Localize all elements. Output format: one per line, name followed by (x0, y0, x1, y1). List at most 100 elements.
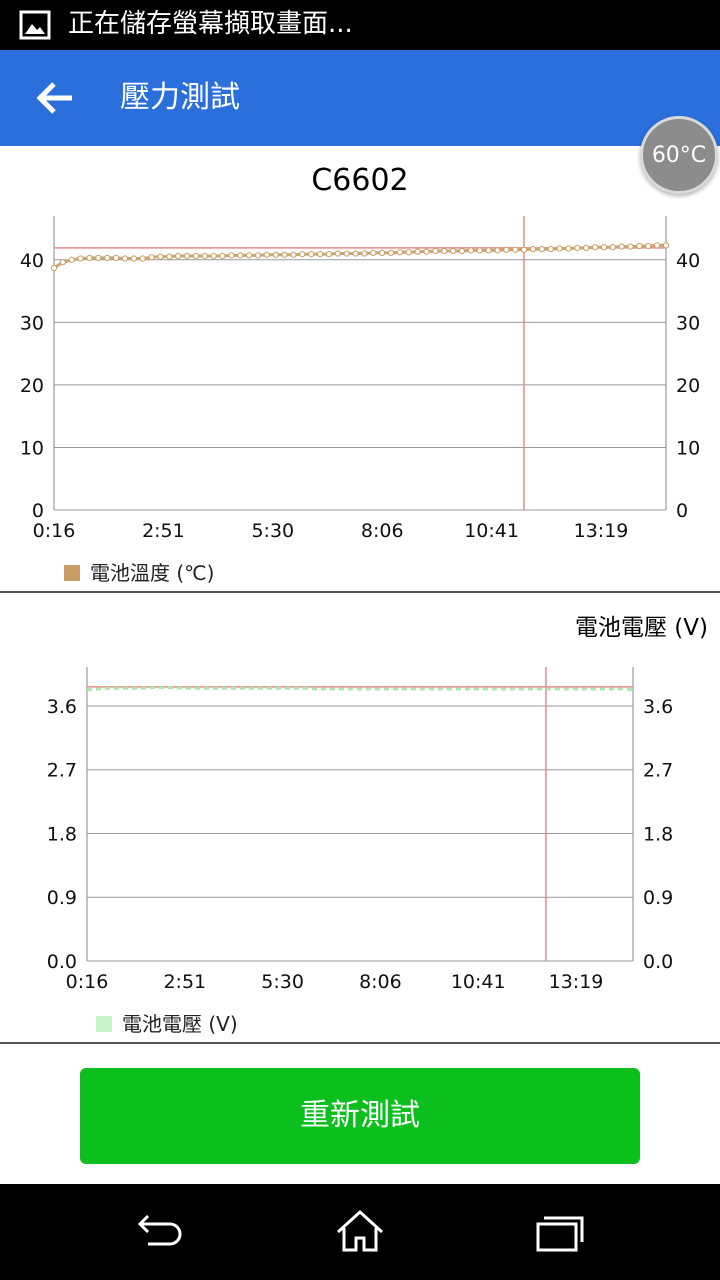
x-tick-label: 0:16 (33, 520, 76, 540)
retest-button[interactable]: 重新測試 (80, 1068, 640, 1164)
data-point (254, 252, 262, 259)
data-point (316, 251, 324, 258)
device-name: C6602 (311, 163, 409, 198)
x-tick-label: 10:41 (464, 520, 519, 540)
home-icon[interactable] (334, 1208, 386, 1256)
data-point (405, 249, 412, 256)
data-point (175, 252, 182, 260)
data-point (662, 242, 670, 249)
status-bar: 正在儲存螢幕擷取畫面... (0, 0, 720, 50)
y-tick-label-left: 3.6 (47, 696, 77, 718)
data-point (423, 248, 430, 255)
data-point (565, 245, 572, 252)
data-point (237, 252, 244, 259)
x-tick-label: 2:51 (142, 520, 185, 540)
data-point (139, 255, 146, 262)
data-point (130, 255, 137, 262)
y-tick-label-left: 10 (20, 437, 44, 459)
data-point (591, 244, 599, 251)
notification-text: 正在儲存螢幕擷取畫面... (68, 9, 353, 39)
y-tick-label-right: 10 (676, 437, 700, 459)
y-tick-label-right: 2.7 (643, 760, 673, 782)
data-point (583, 244, 590, 252)
x-tick-label: 2:51 (163, 971, 206, 990)
data-point (458, 247, 466, 255)
data-point (476, 247, 483, 254)
data-point (166, 253, 173, 260)
navigation-bar (0, 1184, 720, 1280)
y-tick-label-right: 1.8 (643, 823, 673, 845)
data-point (627, 243, 634, 250)
data-point (529, 246, 537, 253)
voltage-chart-title: 電池電壓 (V) (575, 615, 708, 641)
data-point (246, 252, 253, 259)
x-tick-label: 8:06 (359, 971, 402, 990)
divider (0, 1042, 720, 1044)
y-tick-label-left: 0.0 (47, 951, 77, 973)
back-nav-icon[interactable] (134, 1208, 186, 1256)
voltage-legend-swatch (96, 1016, 112, 1032)
data-point (396, 249, 404, 256)
data-point (512, 246, 519, 253)
recent-apps-icon[interactable] (534, 1208, 586, 1256)
data-point (352, 250, 359, 257)
data-point (281, 251, 288, 258)
data-point (192, 252, 200, 260)
x-tick-label: 8:06 (361, 520, 404, 540)
data-point (441, 247, 448, 255)
y-tick-label-left: 30 (20, 312, 44, 334)
y-tick-label-left: 2.7 (47, 760, 77, 782)
temperature-chart: 0 0 10 10 20 20 30 30 40 40 0:16 2:51 5:30 8:06 10:41 1… (0, 210, 720, 540)
y-tick-label-right: 40 (676, 250, 700, 272)
temperature-bubble[interactable]: 60°C (640, 116, 718, 194)
x-tick-label: 10:41 (451, 971, 506, 990)
data-point (272, 251, 279, 258)
x-tick-label: 0:16 (66, 971, 109, 990)
data-point (494, 247, 501, 254)
data-point (547, 246, 554, 253)
voltage-chart: 0.0 0.0 0.9 0.9 1.8 1.8 2.7 2.7 3.6 3.6 0:16 2:51 5:… (0, 660, 720, 990)
data-point (183, 252, 191, 260)
y-tick-label-left: 20 (20, 375, 44, 397)
y-tick-label-right: 20 (676, 375, 700, 397)
temperature-legend-label: 電池溫度 (℃) (90, 561, 215, 585)
y-tick-label-right: 0.0 (643, 951, 673, 973)
data-point (59, 259, 66, 266)
y-tick-label-right: 30 (676, 312, 700, 334)
data-point (574, 244, 581, 252)
data-point (299, 251, 306, 258)
data-point (334, 250, 341, 257)
voltage-chart-svg: 0.0 0.0 0.9 0.9 1.8 1.8 2.7 2.7 3.6 3.6 0:16 2:51 5:… (47, 667, 673, 990)
data-point (618, 243, 625, 250)
data-point (450, 247, 457, 255)
data-point (467, 247, 474, 254)
data-point (343, 250, 350, 257)
temperature-bubble-text: 60°C (651, 143, 707, 168)
arrow-left-icon[interactable] (28, 74, 84, 122)
data-point (538, 246, 545, 253)
data-point (379, 249, 386, 257)
data-point (645, 242, 652, 250)
app-bar: 壓力測試 (0, 50, 720, 146)
data-point (325, 251, 333, 258)
data-point (157, 253, 164, 260)
voltage-legend-label: 電池電壓 (V) (122, 1012, 238, 1036)
x-tick-label: 13:19 (574, 520, 629, 540)
x-tick-label: 13:19 (549, 971, 604, 990)
data-point (485, 247, 492, 254)
y-tick-label-left: 0 (32, 500, 44, 522)
data-point (219, 252, 226, 260)
data-point (636, 242, 643, 250)
y-tick-label-left: 40 (20, 250, 44, 272)
data-point (95, 254, 102, 262)
data-point (290, 251, 297, 258)
data-point (112, 254, 120, 262)
data-point (50, 264, 58, 272)
x-tick-label: 5:30 (251, 520, 294, 540)
data-point (503, 246, 510, 253)
data-point (609, 244, 616, 251)
series-line (86, 686, 634, 692)
y-tick-label-left: 1.8 (47, 823, 77, 845)
data-point (600, 244, 608, 251)
data-point (148, 254, 155, 261)
